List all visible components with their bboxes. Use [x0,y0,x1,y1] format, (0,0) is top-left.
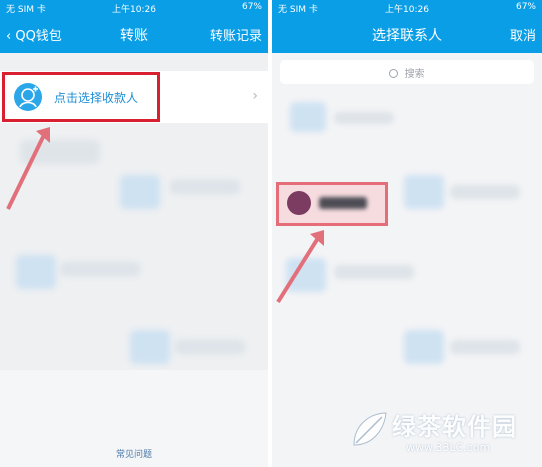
search-input[interactable]: 搜索 [280,60,534,84]
cancel-button[interactable]: 取消 [510,25,536,44]
blurred-placeholder [130,330,170,364]
blurred-placeholder [450,340,520,354]
blurred-placeholder [404,175,444,209]
status-time: 上午10:26 [112,5,156,15]
transfer-history-button[interactable]: 转账记录 [210,25,262,44]
status-time: 上午10:26 [385,5,429,15]
contact-name-blurred [319,197,367,209]
blurred-placeholder [290,102,326,132]
chevron-right-icon: › [252,88,258,104]
nav-bar: 选择联系人 取消 [272,15,542,53]
blurred-placeholder [334,112,394,124]
blurred-placeholder [450,185,520,199]
pointer-arrow-icon [6,127,50,210]
watermark: 绿茶软件园 www.33LC.com [348,407,536,463]
highlight-box [2,72,160,122]
select-contact-screen: 无 SIM 卡 上午10:26 67% 选择联系人 取消 搜索 [272,0,542,467]
blurred-placeholder [120,175,160,209]
pointer-arrow-icon [276,230,324,304]
faq-link[interactable]: 常见问题 [0,447,268,460]
search-placeholder: 搜索 [404,69,425,80]
status-bar: 无 SIM 卡 上午10:26 67% [272,0,542,15]
blurred-placeholder [170,180,240,194]
watermark-title: 绿茶软件园 [392,413,517,441]
avatar [287,191,311,215]
battery-status: 67% [515,2,536,12]
blurred-placeholder [16,255,56,289]
watermark-url: www.33LC.com [406,441,491,454]
contact-item-highlighted[interactable] [276,182,388,226]
blurred-placeholder [404,330,444,364]
blurred-placeholder [60,262,140,276]
blurred-placeholder [175,340,245,354]
battery-status: 67% [241,2,262,12]
nav-bar: ‹ QQ钱包 转账 转账记录 [0,15,268,53]
transfer-screen: 无 SIM 卡 上午10:26 67% ‹ QQ钱包 转账 转账记录 点击选择收… [0,0,268,467]
blurred-placeholder [334,265,414,279]
status-bar: 无 SIM 卡 上午10:26 67% [0,0,268,15]
leaf-logo-icon [353,412,387,446]
page-title: 选择联系人 [372,28,442,44]
search-icon [389,69,399,78]
